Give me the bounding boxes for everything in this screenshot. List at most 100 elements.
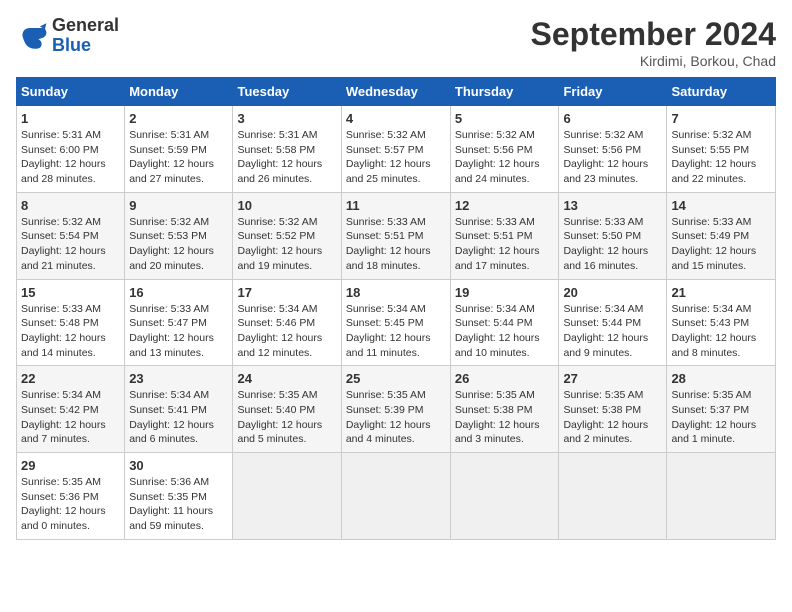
calendar-cell: 8 Sunrise: 5:32 AM Sunset: 5:54 PM Dayli… [17, 192, 125, 279]
day-info: Sunrise: 5:33 AM Sunset: 5:48 PM Dayligh… [21, 302, 120, 361]
calendar-cell [559, 453, 667, 540]
calendar-cell: 13 Sunrise: 5:33 AM Sunset: 5:50 PM Dayl… [559, 192, 667, 279]
day-number: 8 [21, 198, 120, 213]
calendar-table: SundayMondayTuesdayWednesdayThursdayFrid… [16, 77, 776, 540]
day-info: Sunrise: 5:32 AM Sunset: 5:55 PM Dayligh… [671, 128, 771, 187]
day-info: Sunrise: 5:35 AM Sunset: 5:38 PM Dayligh… [563, 388, 662, 447]
day-info: Sunrise: 5:32 AM Sunset: 5:57 PM Dayligh… [346, 128, 446, 187]
day-info: Sunrise: 5:34 AM Sunset: 5:42 PM Dayligh… [21, 388, 120, 447]
logo-blue-text: Blue [52, 36, 119, 56]
calendar-week-row: 8 Sunrise: 5:32 AM Sunset: 5:54 PM Dayli… [17, 192, 776, 279]
day-info: Sunrise: 5:32 AM Sunset: 5:53 PM Dayligh… [129, 215, 228, 274]
day-number: 26 [455, 371, 555, 386]
calendar-day-header: Monday [125, 78, 233, 106]
calendar-day-header: Friday [559, 78, 667, 106]
page-header: General Blue September 2024 Kirdimi, Bor… [16, 16, 776, 69]
calendar-cell: 24 Sunrise: 5:35 AM Sunset: 5:40 PM Dayl… [233, 366, 341, 453]
calendar-cell: 6 Sunrise: 5:32 AM Sunset: 5:56 PM Dayli… [559, 106, 667, 193]
month-title: September 2024 [531, 16, 776, 53]
day-number: 17 [237, 285, 336, 300]
calendar-cell: 15 Sunrise: 5:33 AM Sunset: 5:48 PM Dayl… [17, 279, 125, 366]
calendar-cell [341, 453, 450, 540]
day-number: 28 [671, 371, 771, 386]
day-number: 19 [455, 285, 555, 300]
title-block: September 2024 Kirdimi, Borkou, Chad [531, 16, 776, 69]
calendar-day-header: Saturday [667, 78, 776, 106]
calendar-cell: 22 Sunrise: 5:34 AM Sunset: 5:42 PM Dayl… [17, 366, 125, 453]
day-number: 29 [21, 458, 120, 473]
day-number: 22 [21, 371, 120, 386]
day-number: 11 [346, 198, 446, 213]
day-info: Sunrise: 5:32 AM Sunset: 5:54 PM Dayligh… [21, 215, 120, 274]
day-info: Sunrise: 5:31 AM Sunset: 5:58 PM Dayligh… [237, 128, 336, 187]
logo-text: General Blue [52, 16, 119, 56]
day-info: Sunrise: 5:32 AM Sunset: 5:56 PM Dayligh… [455, 128, 555, 187]
day-info: Sunrise: 5:35 AM Sunset: 5:39 PM Dayligh… [346, 388, 446, 447]
day-info: Sunrise: 5:31 AM Sunset: 5:59 PM Dayligh… [129, 128, 228, 187]
day-info: Sunrise: 5:34 AM Sunset: 5:46 PM Dayligh… [237, 302, 336, 361]
day-number: 7 [671, 111, 771, 126]
day-number: 1 [21, 111, 120, 126]
calendar-cell: 26 Sunrise: 5:35 AM Sunset: 5:38 PM Dayl… [450, 366, 559, 453]
day-info: Sunrise: 5:34 AM Sunset: 5:44 PM Dayligh… [455, 302, 555, 361]
day-info: Sunrise: 5:31 AM Sunset: 6:00 PM Dayligh… [21, 128, 120, 187]
calendar-cell: 16 Sunrise: 5:33 AM Sunset: 5:47 PM Dayl… [125, 279, 233, 366]
calendar-cell: 11 Sunrise: 5:33 AM Sunset: 5:51 PM Dayl… [341, 192, 450, 279]
calendar-cell: 23 Sunrise: 5:34 AM Sunset: 5:41 PM Dayl… [125, 366, 233, 453]
day-number: 15 [21, 285, 120, 300]
day-info: Sunrise: 5:34 AM Sunset: 5:45 PM Dayligh… [346, 302, 446, 361]
calendar-week-row: 1 Sunrise: 5:31 AM Sunset: 6:00 PM Dayli… [17, 106, 776, 193]
logo: General Blue [16, 16, 119, 56]
calendar-cell [450, 453, 559, 540]
calendar-cell: 3 Sunrise: 5:31 AM Sunset: 5:58 PM Dayli… [233, 106, 341, 193]
calendar-cell: 7 Sunrise: 5:32 AM Sunset: 5:55 PM Dayli… [667, 106, 776, 193]
day-number: 24 [237, 371, 336, 386]
day-info: Sunrise: 5:34 AM Sunset: 5:43 PM Dayligh… [671, 302, 771, 361]
calendar-cell: 5 Sunrise: 5:32 AM Sunset: 5:56 PM Dayli… [450, 106, 559, 193]
calendar-cell: 9 Sunrise: 5:32 AM Sunset: 5:53 PM Dayli… [125, 192, 233, 279]
day-info: Sunrise: 5:33 AM Sunset: 5:50 PM Dayligh… [563, 215, 662, 274]
day-number: 14 [671, 198, 771, 213]
day-number: 23 [129, 371, 228, 386]
calendar-cell: 30 Sunrise: 5:36 AM Sunset: 5:35 PM Dayl… [125, 453, 233, 540]
calendar-cell [667, 453, 776, 540]
day-number: 13 [563, 198, 662, 213]
calendar-cell: 17 Sunrise: 5:34 AM Sunset: 5:46 PM Dayl… [233, 279, 341, 366]
day-info: Sunrise: 5:34 AM Sunset: 5:41 PM Dayligh… [129, 388, 228, 447]
day-info: Sunrise: 5:32 AM Sunset: 5:52 PM Dayligh… [237, 215, 336, 274]
calendar-day-header: Thursday [450, 78, 559, 106]
day-number: 20 [563, 285, 662, 300]
calendar-header-row: SundayMondayTuesdayWednesdayThursdayFrid… [17, 78, 776, 106]
day-info: Sunrise: 5:35 AM Sunset: 5:37 PM Dayligh… [671, 388, 771, 447]
day-info: Sunrise: 5:35 AM Sunset: 5:36 PM Dayligh… [21, 475, 120, 534]
calendar-week-row: 15 Sunrise: 5:33 AM Sunset: 5:48 PM Dayl… [17, 279, 776, 366]
day-info: Sunrise: 5:34 AM Sunset: 5:44 PM Dayligh… [563, 302, 662, 361]
calendar-cell: 25 Sunrise: 5:35 AM Sunset: 5:39 PM Dayl… [341, 366, 450, 453]
day-number: 2 [129, 111, 228, 126]
calendar-cell: 12 Sunrise: 5:33 AM Sunset: 5:51 PM Dayl… [450, 192, 559, 279]
calendar-cell: 2 Sunrise: 5:31 AM Sunset: 5:59 PM Dayli… [125, 106, 233, 193]
calendar-day-header: Sunday [17, 78, 125, 106]
location: Kirdimi, Borkou, Chad [531, 53, 776, 69]
day-info: Sunrise: 5:35 AM Sunset: 5:38 PM Dayligh… [455, 388, 555, 447]
day-number: 5 [455, 111, 555, 126]
calendar-cell: 20 Sunrise: 5:34 AM Sunset: 5:44 PM Dayl… [559, 279, 667, 366]
day-number: 10 [237, 198, 336, 213]
day-number: 25 [346, 371, 446, 386]
day-number: 16 [129, 285, 228, 300]
day-number: 21 [671, 285, 771, 300]
calendar-cell: 4 Sunrise: 5:32 AM Sunset: 5:57 PM Dayli… [341, 106, 450, 193]
day-number: 3 [237, 111, 336, 126]
day-info: Sunrise: 5:32 AM Sunset: 5:56 PM Dayligh… [563, 128, 662, 187]
day-info: Sunrise: 5:33 AM Sunset: 5:51 PM Dayligh… [346, 215, 446, 274]
day-info: Sunrise: 5:33 AM Sunset: 5:47 PM Dayligh… [129, 302, 228, 361]
calendar-cell: 10 Sunrise: 5:32 AM Sunset: 5:52 PM Dayl… [233, 192, 341, 279]
day-number: 12 [455, 198, 555, 213]
day-number: 4 [346, 111, 446, 126]
calendar-cell: 18 Sunrise: 5:34 AM Sunset: 5:45 PM Dayl… [341, 279, 450, 366]
day-number: 27 [563, 371, 662, 386]
calendar-cell [233, 453, 341, 540]
day-info: Sunrise: 5:33 AM Sunset: 5:49 PM Dayligh… [671, 215, 771, 274]
calendar-cell: 28 Sunrise: 5:35 AM Sunset: 5:37 PM Dayl… [667, 366, 776, 453]
calendar-cell: 1 Sunrise: 5:31 AM Sunset: 6:00 PM Dayli… [17, 106, 125, 193]
